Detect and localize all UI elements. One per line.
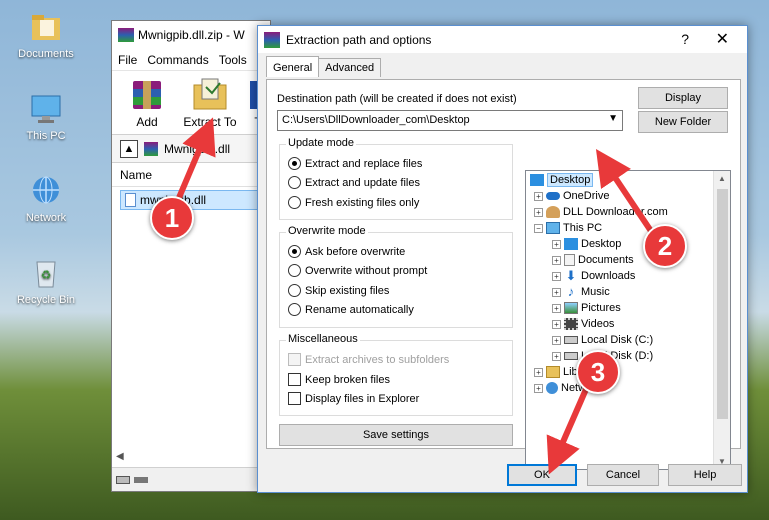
step-badge-3: 3 [576, 350, 620, 394]
arrow-to-extract-to [175, 117, 216, 202]
step-badge-2: 2 [643, 224, 687, 268]
tab-general[interactable]: General [266, 56, 320, 77]
arrow-to-ok [546, 378, 593, 475]
step-badge-1: 1 [150, 196, 194, 240]
